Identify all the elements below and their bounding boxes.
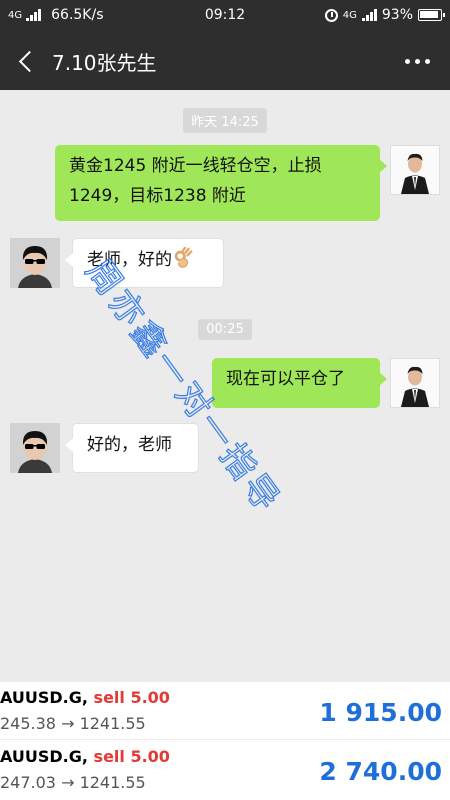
message-line: 黄金1245 附近一线轻仓空，止损 [69,156,322,176]
user-avatar[interactable] [10,423,60,473]
chat-area[interactable]: 昨天 14:25 黄金1245 附近一线轻仓空，止损 1249，目标1238 附… [0,90,450,682]
ok-hand-icon [174,247,193,268]
network-type-right: 4G [342,9,357,21]
trade-direction: sell 5.00 [93,747,170,766]
message-text: 老师，好的 [87,250,172,270]
trade-row[interactable]: AUUSD.G, sell 5.00 245.38 → 1241.55 1 91… [0,682,450,740]
battery-percent: 93% [381,7,413,23]
trade-symbol: AUUSD.G, sell 5.00 [0,688,170,707]
trade-prices: 245.38 → 1241.55 [0,714,146,733]
back-arrow-icon[interactable] [14,47,42,75]
chat-title: 7.10张先生 [52,51,157,75]
status-right: 4G 93% [324,7,445,23]
trade-prices: 247.03 → 1241.55 [0,773,146,792]
more-options-icon[interactable] [405,59,430,64]
message-text: 好的，老师 [87,435,172,455]
message-bubble-outgoing[interactable]: 现在可以平仓了 [212,358,387,408]
trade-results: AUUSD.G, sell 5.00 245.38 → 1241.55 1 91… [0,682,450,800]
alarm-icon [324,8,338,22]
coach-avatar[interactable] [390,358,440,408]
battery-icon [418,9,445,21]
message-bubble-outgoing[interactable]: 黄金1245 附近一线轻仓空，止损 1249，目标1238 附近 [55,145,387,221]
signal-icon-right [361,9,377,21]
trade-symbol: AUUSD.G, sell 5.00 [0,747,170,766]
trade-profit: 1 915.00 [319,698,442,727]
chat-header: 7.10张先生 [0,32,450,90]
trade-direction: sell 5.00 [93,688,170,707]
coach-avatar[interactable] [390,145,440,195]
user-with-sunglasses-icon [10,238,60,288]
timestamp: 昨天 14:25 [0,108,450,133]
message-text: 现在可以平仓了 [226,369,345,389]
message-bubble-incoming[interactable]: 老师，好的 [65,238,224,288]
message-line: 1249，目标1238 附近 [69,186,246,206]
message-bubble-incoming[interactable]: 好的，老师 [65,423,199,473]
trade-row[interactable]: AUUSD.G, sell 5.00 247.03 → 1241.55 2 74… [0,741,450,799]
user-avatar[interactable] [10,238,60,288]
man-in-suit-icon [391,146,439,194]
status-bar: 4G 66.5K/s 09:12 4G 93% [0,0,450,32]
timestamp: 00:25 [0,318,450,340]
trade-profit: 2 740.00 [319,757,442,786]
user-with-sunglasses-icon [10,423,60,473]
man-in-suit-icon [391,359,439,407]
